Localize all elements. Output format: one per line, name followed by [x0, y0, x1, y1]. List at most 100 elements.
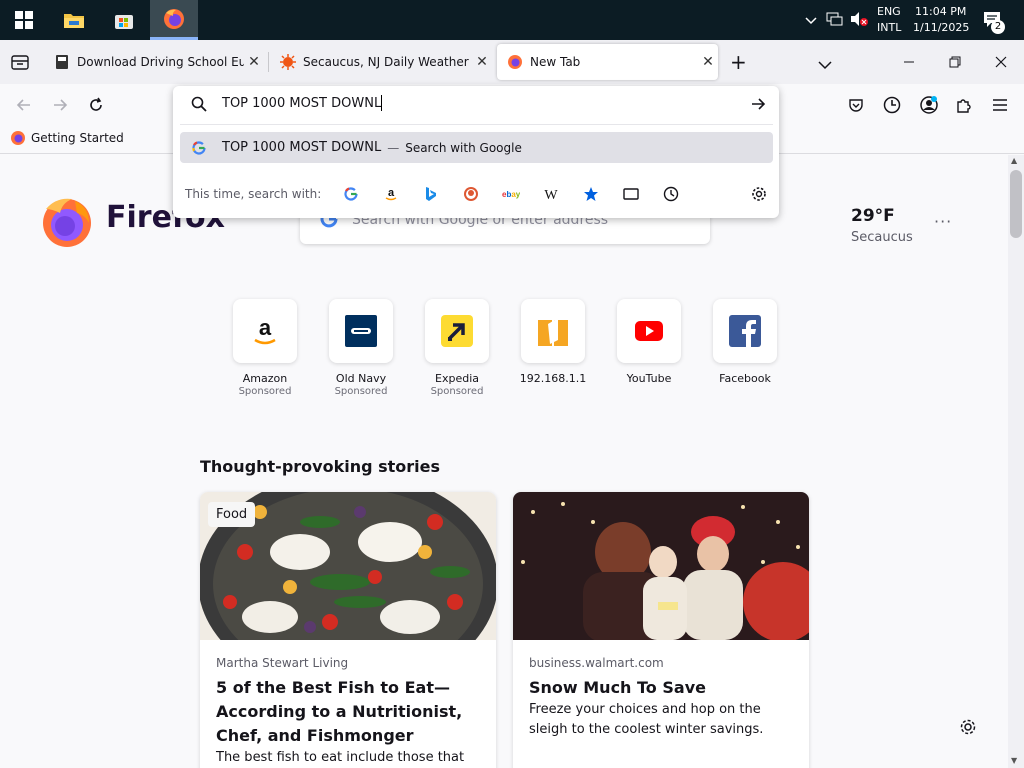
- forward-arrow-icon[interactable]: [48, 93, 72, 117]
- top-site-label: Facebook: [719, 372, 771, 385]
- suggestion-separator: —: [387, 140, 400, 155]
- scroll-up-arrow-icon[interactable]: ▲: [1011, 156, 1017, 165]
- tab-secaucus-weather[interactable]: Secaucus, NJ Daily Weather | Ac ✕: [270, 44, 492, 80]
- firefox-logo-icon: [40, 195, 94, 253]
- clock-date[interactable]: 1/11/2025: [913, 21, 969, 35]
- story-headline: 5 of the Best Fish to Eat—According to a…: [216, 678, 463, 745]
- sponsored-label: Sponsored: [238, 386, 292, 397]
- history-clock-icon[interactable]: [661, 184, 681, 204]
- bookmarks-star-icon[interactable]: [581, 184, 601, 204]
- firefox-view-icon[interactable]: [10, 52, 30, 76]
- minimize-icon[interactable]: [894, 48, 924, 76]
- expedia-logo-icon: [425, 299, 489, 363]
- tab-close-icon[interactable]: ✕: [472, 54, 492, 70]
- story-card-walmart[interactable]: business.walmart.com Snow Much To Save F…: [513, 492, 809, 768]
- new-tab-plus-icon[interactable]: +: [730, 52, 747, 72]
- story-excerpt: Freeze your choices and hop on the sleig…: [529, 702, 764, 737]
- input-language[interactable]: ENG: [877, 5, 901, 19]
- top-site-label: 192.168.1.1: [519, 372, 587, 385]
- tab-title: Download Driving School Europe: [77, 55, 244, 69]
- restore-icon[interactable]: [940, 48, 970, 76]
- story-image-winter-family: [513, 492, 809, 642]
- story-excerpt: The best fish to eat include those that …: [216, 750, 465, 765]
- wikipedia-engine-icon[interactable]: W: [541, 184, 561, 204]
- fxa-sync-icon[interactable]: [880, 93, 904, 117]
- windows-start-icon[interactable]: [0, 0, 48, 40]
- tabs-icon[interactable]: [621, 184, 641, 204]
- list-all-tabs-chevron-icon[interactable]: [818, 55, 832, 74]
- search-icon: [191, 96, 207, 116]
- go-arrow-icon[interactable]: [750, 96, 766, 116]
- story-card-fish[interactable]: Martha Stewart Living 5 of the Best Fish…: [200, 492, 496, 768]
- google-engine-icon[interactable]: [341, 184, 361, 204]
- weather-temperature[interactable]: 29°F: [851, 206, 895, 226]
- top-site-label: Amazon: [242, 372, 288, 385]
- svg-text:ebay: ebay: [502, 190, 520, 199]
- windows-taskbar: ENG INTL 11:04 PM 1/11/2025 2: [0, 0, 1024, 40]
- extensions-puzzle-icon[interactable]: [952, 93, 976, 117]
- router-site-icon: [521, 299, 585, 363]
- scroll-down-arrow-icon[interactable]: ▼: [1011, 756, 1017, 765]
- amazon-engine-icon[interactable]: a: [381, 184, 401, 204]
- scrollbar-thumb[interactable]: [1010, 170, 1022, 238]
- tab-title: New Tab: [530, 55, 581, 69]
- account-avatar-icon[interactable]: [917, 93, 941, 117]
- text-caret: [381, 95, 382, 111]
- firefox-favicon-icon: [507, 54, 523, 70]
- chevron-up-icon[interactable]: [804, 12, 818, 31]
- top-site-label: Expedia: [435, 372, 479, 385]
- bing-engine-icon[interactable]: [421, 184, 441, 204]
- hamburger-menu-icon[interactable]: [988, 93, 1012, 117]
- duckduckgo-engine-icon[interactable]: [461, 184, 481, 204]
- page-scrollbar[interactable]: [1008, 155, 1024, 768]
- top-site-old-navy[interactable]: Old Navy Sponsored: [313, 299, 409, 397]
- firefox-taskbar-icon[interactable]: [150, 0, 198, 40]
- top-site-youtube[interactable]: YouTube: [601, 299, 697, 385]
- weather-location[interactable]: Secaucus: [851, 230, 913, 245]
- volume-muted-icon[interactable]: [850, 11, 868, 31]
- back-arrow-icon[interactable]: [12, 93, 36, 117]
- svg-text:a: a: [259, 315, 272, 340]
- top-site-facebook[interactable]: Facebook: [697, 299, 793, 385]
- story-source: business.walmart.com: [529, 656, 664, 670]
- tab-driving-school[interactable]: Download Driving School Europe ✕: [44, 44, 264, 80]
- old-navy-logo-icon: [329, 299, 393, 363]
- story-category-tag: Food: [208, 502, 256, 527]
- tab-new-tab[interactable]: New Tab ✕: [497, 44, 718, 80]
- document-favicon-icon: [54, 54, 70, 70]
- top-site-router[interactable]: 192.168.1.1: [505, 299, 601, 385]
- accuweather-favicon-icon: [280, 54, 296, 70]
- ebay-engine-icon[interactable]: ebay: [501, 184, 521, 204]
- reload-icon[interactable]: [84, 93, 108, 117]
- urlbar-divider: [180, 124, 773, 125]
- tab-close-icon[interactable]: ✕: [244, 54, 264, 70]
- microsoft-store-icon[interactable]: [100, 0, 148, 40]
- notification-count-badge: 2: [991, 20, 1005, 34]
- svg-text:W: W: [544, 188, 558, 201]
- story-headline: Snow Much To Save: [529, 678, 706, 697]
- tab-close-icon[interactable]: ✕: [698, 54, 718, 70]
- clock-time[interactable]: 11:04 PM: [915, 5, 966, 19]
- search-suggestion-row[interactable]: TOP 1000 MOST DOWNL — Search with Google: [180, 132, 773, 163]
- new-tab-page: [0, 155, 1008, 768]
- story-source: Martha Stewart Living: [216, 656, 349, 670]
- pocket-icon[interactable]: [844, 93, 868, 117]
- top-site-amazon[interactable]: a Amazon Sponsored: [217, 299, 313, 397]
- weather-menu-button[interactable]: ···: [934, 212, 952, 231]
- firefox-bookmark-icon: [10, 130, 26, 146]
- suggestion-action: Search with Google: [405, 140, 522, 155]
- network-icon[interactable]: [826, 11, 844, 31]
- svg-text:a: a: [388, 187, 395, 199]
- bookmark-getting-started[interactable]: Getting Started: [10, 130, 124, 146]
- address-bar-input[interactable]: TOP 1000 MOST DOWNL: [222, 96, 381, 111]
- keyboard-layout[interactable]: INTL: [877, 21, 901, 35]
- youtube-logo-icon: [617, 299, 681, 363]
- google-g-icon: [192, 140, 206, 155]
- suggestion-query: TOP 1000 MOST DOWNL: [222, 140, 382, 155]
- file-explorer-icon[interactable]: [50, 0, 98, 40]
- search-settings-gear-icon[interactable]: [749, 184, 769, 204]
- top-site-expedia[interactable]: Expedia Sponsored: [409, 299, 505, 397]
- customize-gear-icon[interactable]: [959, 718, 977, 740]
- close-window-icon[interactable]: [986, 48, 1016, 76]
- sponsored-label: Sponsored: [430, 386, 484, 397]
